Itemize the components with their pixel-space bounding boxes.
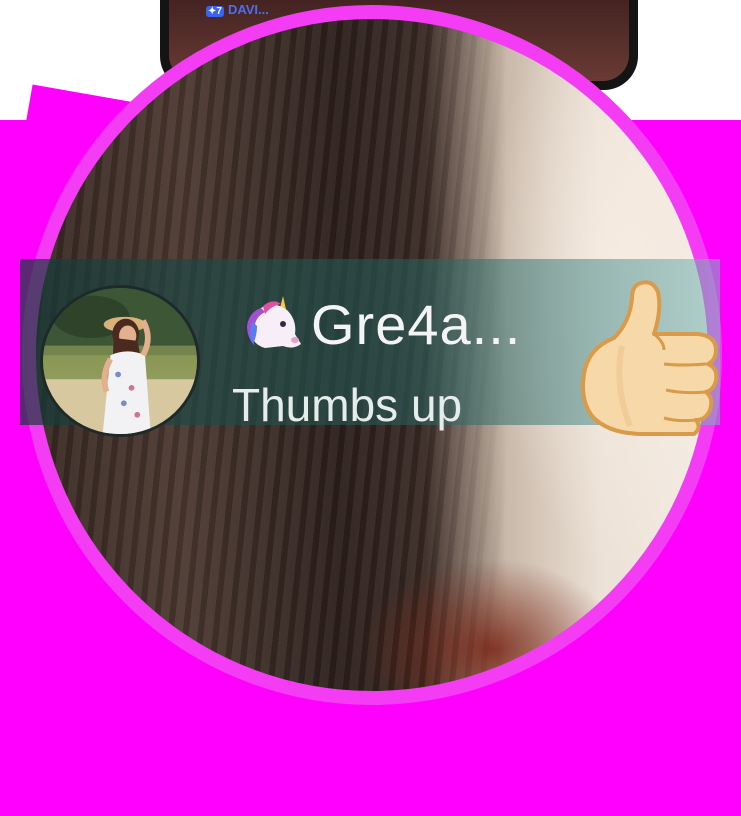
unicorn-icon	[247, 296, 301, 348]
message-text: Thumbs up	[232, 379, 463, 431]
phone-level-badge: ✦7	[206, 6, 224, 17]
sender-name: Gre4a...	[311, 293, 522, 356]
avatar-photo	[43, 288, 197, 434]
phone-username: ✦7 DAVI...	[206, 2, 269, 17]
thumbs-up-icon	[581, 280, 719, 436]
avatar[interactable]	[40, 285, 200, 437]
phone-username-text: DAVI...	[227, 2, 269, 17]
